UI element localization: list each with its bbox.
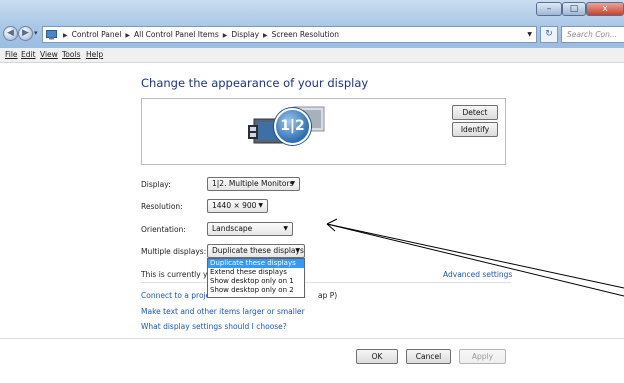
menu-file[interactable]: File [5,48,18,62]
address-bar[interactable]: ▶ Control Panel ▶ All Control Panel Items ▶ D… [42,26,537,43]
identify-button[interactable]: Identify [452,122,498,137]
orientation-select-value: Landscape [212,224,253,233]
minimize-button[interactable]: – [536,2,562,16]
breadcrumb-separator: ▶ [263,32,268,39]
breadcrumb-separator: ▶ [222,32,228,39]
detect-button[interactable]: Detect [452,105,498,120]
menu-tools[interactable]: Tools [62,48,80,62]
text-size-link[interactable]: Make text and other items larger or smal… [141,307,305,316]
which-settings-link[interactable]: What display settings should I choose? [141,322,287,331]
connect-projector-hint: ap P) [318,291,338,300]
cancel-button[interactable]: Cancel [406,349,451,364]
control-panel-icon [46,30,57,40]
page-title: Change the appearance of your display [141,76,369,90]
close-button[interactable]: x [586,2,624,16]
advanced-settings-link[interactable]: Advanced settings [443,270,512,279]
display-label: Display: [141,180,171,189]
ok-button[interactable]: OK [356,349,398,364]
back-button[interactable]: ◀ [3,26,18,41]
orientation-select[interactable]: Landscape ▼ [207,222,293,236]
multiple-displays-select[interactable]: Duplicate these displays ▼ [207,244,305,258]
multiple-displays-label: Multiple displays: [141,247,207,256]
orientation-label: Orientation: [141,225,186,234]
multiple-displays-select-value: Duplicate these displays [212,246,304,255]
divider [141,282,511,283]
display-select-value: 1|2. Multiple Monitors [212,179,294,188]
resolution-label: Resolution: [141,202,183,211]
chevron-down-icon: ▼ [258,202,263,209]
option-extend[interactable]: Extend these displays [208,268,304,277]
menu-view[interactable]: View [40,48,58,62]
option-show-only-1[interactable]: Show desktop only on 1 [208,277,304,286]
breadcrumb-separator: ▶ [63,32,68,39]
breadcrumb-display[interactable]: Display [231,27,259,42]
breadcrumb-all-items[interactable]: All Control Panel Items [134,27,219,42]
display-select[interactable]: 1|2. Multiple Monitors ▼ [207,177,300,191]
forward-button[interactable]: ▶ [18,26,33,41]
window-titlebar: – □ x ◀ ▶ ▾ ▶ Control Panel ▶ All Control P… [0,0,624,49]
footer-bar [0,339,624,383]
menu-edit[interactable]: Edit [21,48,36,62]
apply-button: Apply [459,349,506,364]
option-duplicate[interactable]: Duplicate these displays [208,259,304,268]
chevron-down-icon: ▼ [283,225,288,232]
history-dropdown-icon[interactable]: ▾ [34,29,38,37]
menu-bar: File Edit View Tools Help [0,48,624,63]
multiple-displays-dropdown-list[interactable]: Duplicate these displays Extend these di… [207,258,305,298]
search-placeholder: Search Con... [567,30,618,39]
option-show-only-2[interactable]: Show desktop only on 2 [208,286,304,295]
address-dropdown-icon[interactable]: ▼ [527,27,532,42]
menu-help[interactable]: Help [86,48,103,62]
connect-projector-link[interactable]: Connect to a projec [141,291,214,300]
breadcrumb-control-panel[interactable]: Control Panel [72,27,122,42]
maximize-button[interactable]: □ [562,2,586,16]
breadcrumb-separator: ▶ [125,32,130,39]
resolution-select-value: 1440 × 900 [212,201,257,210]
chevron-down-icon: ▼ [290,180,295,187]
search-input[interactable]: Search Con... [561,26,624,43]
resolution-select[interactable]: 1440 × 900 ▼ [207,199,268,213]
monitor-number-badge: 1|2 [274,108,311,145]
breadcrumb-screen-resolution[interactable]: Screen Resolution [272,27,339,42]
refresh-button[interactable]: ↻ [540,26,558,43]
current-display-text: This is currently you [141,270,217,279]
chevron-down-icon: ▼ [295,247,300,254]
